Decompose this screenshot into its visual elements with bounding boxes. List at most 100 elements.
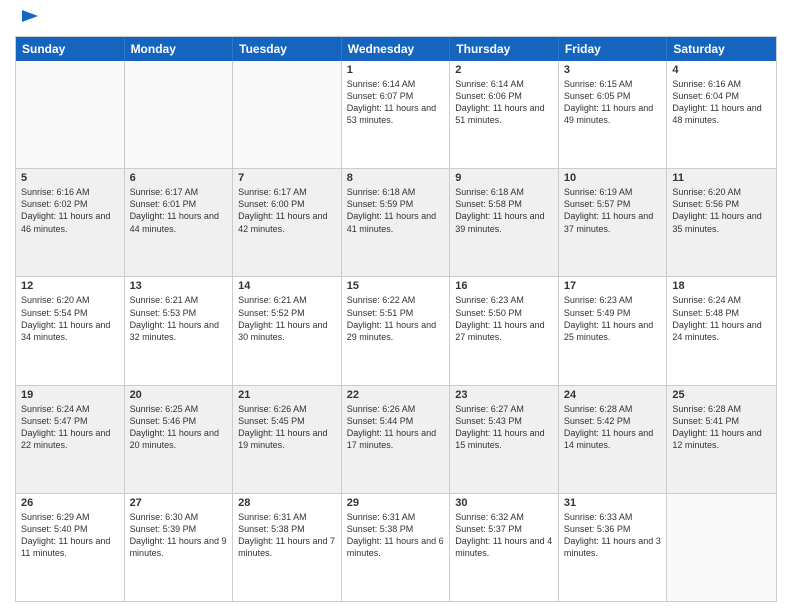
- cell-info: Sunrise: 6:15 AMSunset: 6:05 PMDaylight:…: [564, 78, 662, 127]
- day-number: 16: [455, 280, 553, 292]
- calendar-week-row: 26 Sunrise: 6:29 AMSunset: 5:40 PMDayligh…: [16, 493, 776, 601]
- cell-info: Sunrise: 6:17 AMSunset: 6:00 PMDaylight:…: [238, 186, 336, 235]
- calendar-cell: 27 Sunrise: 6:30 AMSunset: 5:39 PMDayligh…: [125, 494, 234, 601]
- day-number: 27: [130, 497, 228, 509]
- calendar-cell: 26 Sunrise: 6:29 AMSunset: 5:40 PMDayligh…: [16, 494, 125, 601]
- day-number: 13: [130, 280, 228, 292]
- day-number: 11: [672, 172, 771, 184]
- calendar-cell: 8 Sunrise: 6:18 AMSunset: 5:59 PMDaylight…: [342, 169, 451, 276]
- calendar-cell: 18 Sunrise: 6:24 AMSunset: 5:48 PMDayligh…: [667, 277, 776, 384]
- cell-info: Sunrise: 6:23 AMSunset: 5:49 PMDaylight:…: [564, 294, 662, 343]
- weekday-header: Monday: [125, 37, 234, 61]
- cell-info: Sunrise: 6:31 AMSunset: 5:38 PMDaylight:…: [238, 511, 336, 560]
- cell-info: Sunrise: 6:17 AMSunset: 6:01 PMDaylight:…: [130, 186, 228, 235]
- cell-info: Sunrise: 6:24 AMSunset: 5:48 PMDaylight:…: [672, 294, 771, 343]
- day-number: 31: [564, 497, 662, 509]
- calendar-cell: 2 Sunrise: 6:14 AMSunset: 6:06 PMDaylight…: [450, 61, 559, 168]
- cell-info: Sunrise: 6:22 AMSunset: 5:51 PMDaylight:…: [347, 294, 445, 343]
- day-number: 28: [238, 497, 336, 509]
- calendar-cell: 12 Sunrise: 6:20 AMSunset: 5:54 PMDayligh…: [16, 277, 125, 384]
- weekday-header: Saturday: [667, 37, 776, 61]
- calendar-week-row: 19 Sunrise: 6:24 AMSunset: 5:47 PMDayligh…: [16, 385, 776, 493]
- calendar-cell: [233, 61, 342, 168]
- calendar-cell: 11Sunrise: 6:20 AMSunset: 5:56 PMDayligh…: [667, 169, 776, 276]
- day-number: 6: [130, 172, 228, 184]
- day-number: 26: [21, 497, 119, 509]
- logo-flag-icon: [18, 8, 40, 28]
- cell-info: Sunrise: 6:21 AMSunset: 5:52 PMDaylight:…: [238, 294, 336, 343]
- day-number: 12: [21, 280, 119, 292]
- day-number: 20: [130, 389, 228, 401]
- calendar-cell: [125, 61, 234, 168]
- cell-info: Sunrise: 6:14 AMSunset: 6:06 PMDaylight:…: [455, 78, 553, 127]
- day-number: 19: [21, 389, 119, 401]
- calendar-cell: 16 Sunrise: 6:23 AMSunset: 5:50 PMDayligh…: [450, 277, 559, 384]
- day-number: 18: [672, 280, 771, 292]
- cell-info: Sunrise: 6:16 AMSunset: 6:04 PMDaylight:…: [672, 78, 771, 127]
- calendar-cell: 19 Sunrise: 6:24 AMSunset: 5:47 PMDayligh…: [16, 386, 125, 493]
- day-number: 24: [564, 389, 662, 401]
- calendar-cell: 25Sunrise: 6:28 AMSunset: 5:41 PMDayligh…: [667, 386, 776, 493]
- logo: [15, 10, 40, 28]
- cell-info: Sunrise: 6:33 AMSunset: 5:36 PMDaylight:…: [564, 511, 662, 560]
- calendar-cell: 13 Sunrise: 6:21 AMSunset: 5:53 PMDayligh…: [125, 277, 234, 384]
- cell-info: Sunrise: 6:14 AMSunset: 6:07 PMDaylight:…: [347, 78, 445, 127]
- cell-info: Sunrise: 6:30 AMSunset: 5:39 PMDaylight:…: [130, 511, 228, 560]
- day-number: 3: [564, 64, 662, 76]
- day-number: 10: [564, 172, 662, 184]
- calendar-cell: 5 Sunrise: 6:16 AMSunset: 6:02 PMDaylight…: [16, 169, 125, 276]
- day-number: 7: [238, 172, 336, 184]
- cell-info: Sunrise: 6:29 AMSunset: 5:40 PMDaylight:…: [21, 511, 119, 560]
- day-number: 14: [238, 280, 336, 292]
- calendar-cell: 6 Sunrise: 6:17 AMSunset: 6:01 PMDaylight…: [125, 169, 234, 276]
- calendar-cell: 28 Sunrise: 6:31 AMSunset: 5:38 PMDayligh…: [233, 494, 342, 601]
- calendar-cell: 20Sunrise: 6:25 AMSunset: 5:46 PMDayligh…: [125, 386, 234, 493]
- calendar-cell: 17 Sunrise: 6:23 AMSunset: 5:49 PMDayligh…: [559, 277, 668, 384]
- day-number: 4: [672, 64, 771, 76]
- day-number: 15: [347, 280, 445, 292]
- day-number: 1: [347, 64, 445, 76]
- cell-info: Sunrise: 6:21 AMSunset: 5:53 PMDaylight:…: [130, 294, 228, 343]
- calendar-cell: 24Sunrise: 6:28 AMSunset: 5:42 PMDayligh…: [559, 386, 668, 493]
- cell-info: Sunrise: 6:18 AMSunset: 5:59 PMDaylight:…: [347, 186, 445, 235]
- calendar-week-row: 1 Sunrise: 6:14 AMSunset: 6:07 PMDaylight…: [16, 61, 776, 168]
- day-number: 23: [455, 389, 553, 401]
- cell-info: Sunrise: 6:16 AMSunset: 6:02 PMDaylight:…: [21, 186, 119, 235]
- calendar-cell: 23 Sunrise: 6:27 AMSunset: 5:43 PMDayligh…: [450, 386, 559, 493]
- day-number: 8: [347, 172, 445, 184]
- day-number: 5: [21, 172, 119, 184]
- cell-info: Sunrise: 6:31 AMSunset: 5:38 PMDaylight:…: [347, 511, 445, 560]
- weekday-header: Tuesday: [233, 37, 342, 61]
- cell-info: Sunrise: 6:27 AMSunset: 5:43 PMDaylight:…: [455, 403, 553, 452]
- calendar-cell: 22 Sunrise: 6:26 AMSunset: 5:44 PMDayligh…: [342, 386, 451, 493]
- day-number: 9: [455, 172, 553, 184]
- page: SundayMondayTuesdayWednesdayThursdayFrid…: [0, 0, 792, 612]
- cell-info: Sunrise: 6:26 AMSunset: 5:44 PMDaylight:…: [347, 403, 445, 452]
- weekday-header: Thursday: [450, 37, 559, 61]
- weekday-header: Friday: [559, 37, 668, 61]
- cell-info: Sunrise: 6:19 AMSunset: 5:57 PMDaylight:…: [564, 186, 662, 235]
- day-number: 29: [347, 497, 445, 509]
- calendar-cell: 14 Sunrise: 6:21 AMSunset: 5:52 PMDayligh…: [233, 277, 342, 384]
- cell-info: Sunrise: 6:32 AMSunset: 5:37 PMDaylight:…: [455, 511, 553, 560]
- calendar-cell: 15 Sunrise: 6:22 AMSunset: 5:51 PMDayligh…: [342, 277, 451, 384]
- calendar-week-row: 5 Sunrise: 6:16 AMSunset: 6:02 PMDaylight…: [16, 168, 776, 276]
- calendar-cell: [16, 61, 125, 168]
- calendar-cell: 7 Sunrise: 6:17 AMSunset: 6:00 PMDaylight…: [233, 169, 342, 276]
- calendar-cell: 30Sunrise: 6:32 AMSunset: 5:37 PMDayligh…: [450, 494, 559, 601]
- cell-info: Sunrise: 6:24 AMSunset: 5:47 PMDaylight:…: [21, 403, 119, 452]
- cell-info: Sunrise: 6:23 AMSunset: 5:50 PMDaylight:…: [455, 294, 553, 343]
- day-number: 17: [564, 280, 662, 292]
- day-number: 22: [347, 389, 445, 401]
- calendar-cell: 10 Sunrise: 6:19 AMSunset: 5:57 PMDayligh…: [559, 169, 668, 276]
- cell-info: Sunrise: 6:28 AMSunset: 5:41 PMDaylight:…: [672, 403, 771, 452]
- cell-info: Sunrise: 6:20 AMSunset: 5:54 PMDaylight:…: [21, 294, 119, 343]
- calendar-cell: 21Sunrise: 6:26 AMSunset: 5:45 PMDayligh…: [233, 386, 342, 493]
- day-number: 2: [455, 64, 553, 76]
- cell-info: Sunrise: 6:26 AMSunset: 5:45 PMDaylight:…: [238, 403, 336, 452]
- calendar-cell: 9Sunrise: 6:18 AMSunset: 5:58 PMDaylight…: [450, 169, 559, 276]
- calendar-cell: 4 Sunrise: 6:16 AMSunset: 6:04 PMDaylight…: [667, 61, 776, 168]
- calendar-cell: 31 Sunrise: 6:33 AMSunset: 5:36 PMDayligh…: [559, 494, 668, 601]
- calendar-cell: [667, 494, 776, 601]
- calendar-header: SundayMondayTuesdayWednesdayThursdayFrid…: [16, 37, 776, 61]
